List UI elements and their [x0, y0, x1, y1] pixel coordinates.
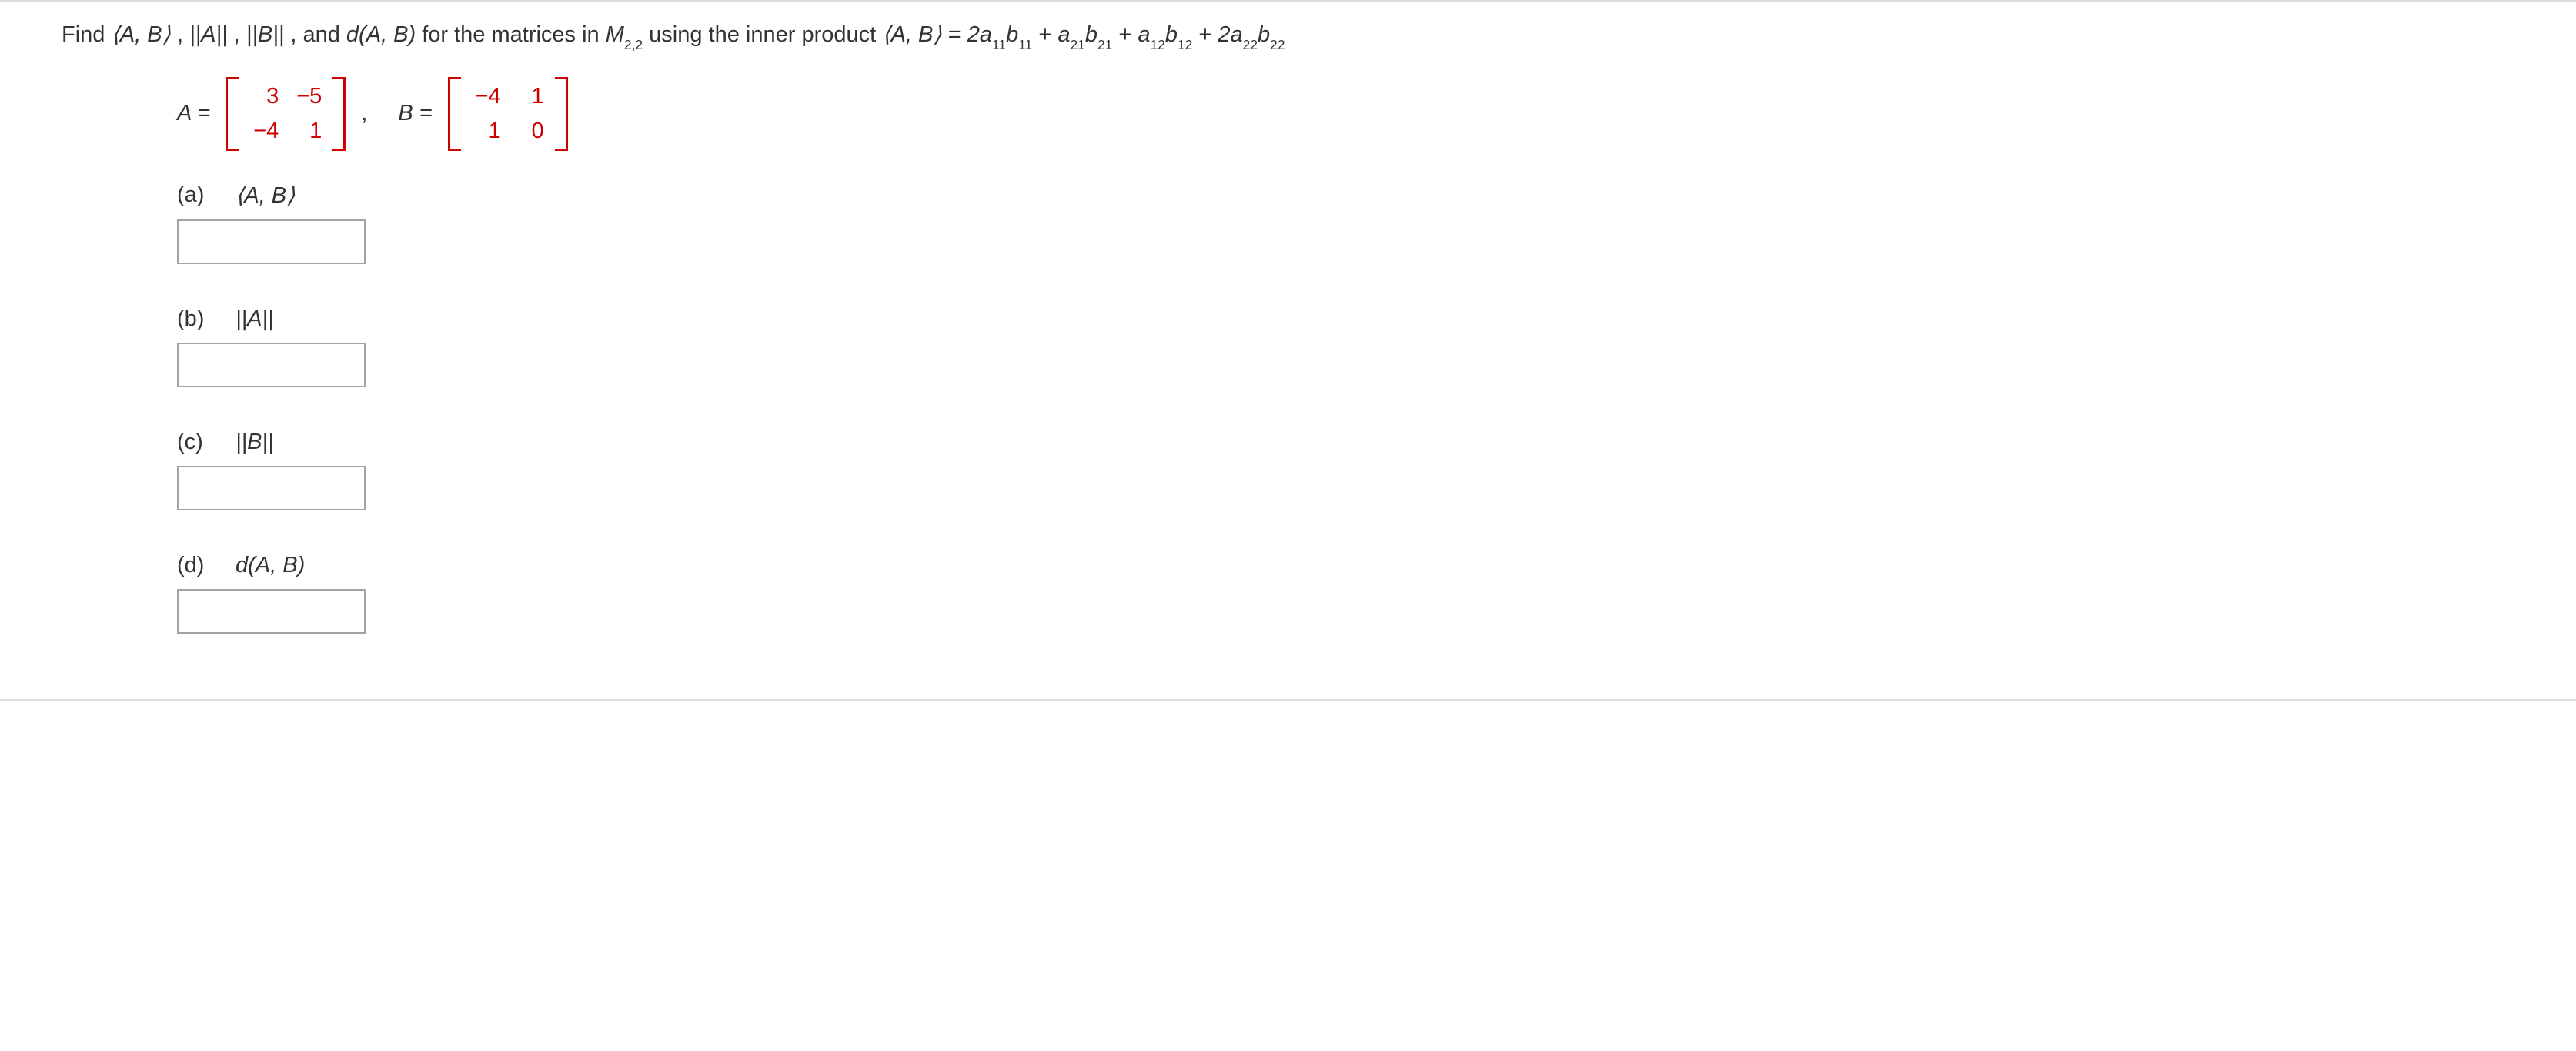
part-a-expr: ⟨A, B⟩	[236, 182, 295, 209]
matrix-A-11: 3	[249, 84, 279, 109]
part-b-label: (b)	[177, 306, 212, 332]
matrix-B-22: 0	[515, 119, 544, 144]
term4-bsub: 22	[1270, 37, 1285, 52]
distance-d: d	[346, 22, 359, 47]
matrix-A-12: −5	[292, 84, 322, 109]
question-panel: Find ⟨A, B⟩ , ||A|| , ||B|| , and d(A, B…	[0, 0, 2576, 701]
term2-coef: a	[1057, 22, 1070, 47]
part-a-input[interactable]	[177, 219, 366, 264]
part-a-label: (a)	[177, 182, 212, 208]
term1-asub: 11	[992, 37, 1006, 52]
term4-coef: 2a	[1218, 22, 1242, 47]
matrix-B-12: 1	[515, 84, 544, 109]
term2-bsub: 21	[1098, 37, 1112, 52]
norm-B: ||B||	[246, 22, 284, 47]
inner-product-def-lhs: ⟨A, B⟩	[882, 22, 941, 47]
part-b: (b) ||A||	[177, 306, 2514, 387]
bracket-right-icon	[555, 77, 568, 151]
term1-coef: 2a	[967, 22, 992, 47]
term3-b: b	[1165, 22, 1178, 47]
distance-args: (A, B)	[359, 22, 422, 47]
plus: +	[1198, 22, 1218, 47]
text-lead: Find	[62, 22, 111, 47]
term1-b: b	[1006, 22, 1018, 47]
matrix-A-entries: 3 −5 −4 1	[239, 84, 332, 144]
term4-asub: 22	[1243, 37, 1258, 52]
matrix-B-21: 1	[472, 119, 501, 144]
norm-A: ||A||	[189, 22, 227, 47]
answer-parts: (a) ⟨A, B⟩ (b) ||A|| (c) ||B|| (d) d(A, …	[177, 182, 2514, 634]
matrix-A-22: 1	[292, 119, 322, 144]
bracket-left-icon	[226, 77, 239, 151]
part-a: (a) ⟨A, B⟩	[177, 182, 2514, 264]
part-b-expr: ||A||	[236, 306, 273, 332]
part-d-input[interactable]	[177, 589, 366, 634]
matrix-B-label: B =	[398, 101, 432, 126]
part-c-label: (c)	[177, 430, 212, 455]
term1-bsub: 11	[1018, 37, 1032, 52]
term2-b: b	[1085, 22, 1098, 47]
text: using the inner product	[649, 22, 882, 47]
term3-bsub: 12	[1178, 37, 1192, 52]
text-eq: =	[948, 22, 967, 47]
matrix-B-11: −4	[472, 84, 501, 109]
part-c-input[interactable]	[177, 466, 366, 510]
matrix-B: −4 1 1 0	[448, 77, 568, 151]
text: for the matrices in	[422, 22, 606, 47]
matrix-separator: ,	[361, 101, 367, 126]
matrix-B-entries: −4 1 1 0	[461, 84, 555, 144]
plus: +	[1038, 22, 1057, 47]
text: ,	[177, 22, 189, 47]
space-M: M	[606, 22, 624, 47]
part-d: (d) d(A, B)	[177, 553, 2514, 634]
matrix-A: 3 −5 −4 1	[226, 77, 346, 151]
matrix-A-label: A =	[177, 101, 210, 126]
bracket-left-icon	[448, 77, 461, 151]
plus: +	[1118, 22, 1138, 47]
question-prompt: Find ⟨A, B⟩ , ||A|| , ||B|| , and d(A, B…	[62, 17, 2514, 54]
bracket-right-icon	[332, 77, 346, 151]
space-sub: 2,2	[624, 37, 643, 52]
term3-coef: a	[1138, 22, 1150, 47]
matrix-A-21: −4	[249, 119, 279, 144]
part-b-input[interactable]	[177, 343, 366, 387]
inner-product-AB: ⟨A, B⟩	[111, 22, 170, 47]
text: , and	[290, 22, 346, 47]
text: ,	[234, 22, 246, 47]
term4-b: b	[1258, 22, 1270, 47]
part-c-expr: ||B||	[236, 430, 273, 455]
part-c: (c) ||B||	[177, 430, 2514, 510]
part-d-label: (d)	[177, 553, 212, 578]
term2-asub: 21	[1070, 37, 1084, 52]
matrices-definition: A = 3 −5 −4 1 , B = −4 1 1 0	[177, 77, 2514, 151]
part-d-expr: d(A, B)	[236, 553, 305, 578]
term3-asub: 12	[1151, 37, 1165, 52]
